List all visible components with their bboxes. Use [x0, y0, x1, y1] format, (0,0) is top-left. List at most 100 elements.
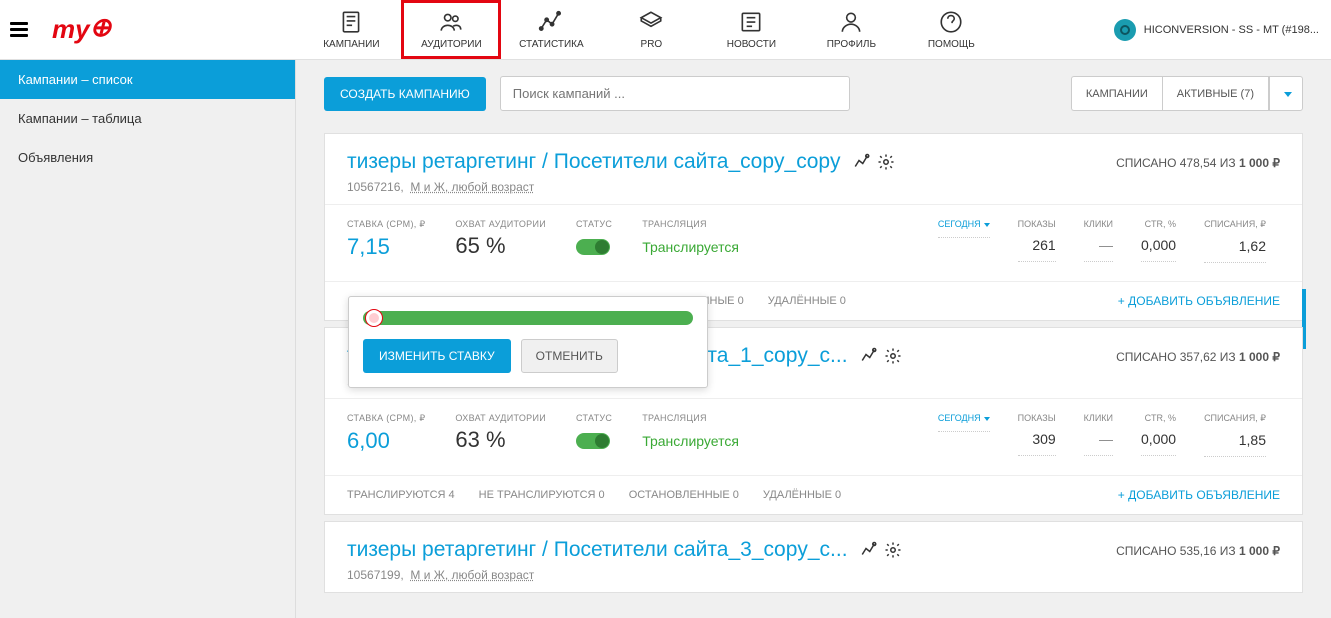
change-bid-button[interactable]: ИЗМЕНИТЬ СТАВКУ: [363, 339, 511, 373]
user-section[interactable]: HICONVERSION - SS - MT (#198...: [1114, 19, 1319, 41]
ctr-value: 0,000: [1141, 431, 1176, 447]
broadcast-value: Транслируется: [642, 433, 739, 449]
chart-icon[interactable]: [860, 347, 878, 365]
create-campaign-button[interactable]: СОЗДАТЬ КАМПАНИЮ: [324, 77, 486, 111]
status-label: СТАТУС: [576, 219, 612, 229]
audiences-icon: [438, 9, 464, 35]
filter-caret[interactable]: [1269, 76, 1303, 111]
impressions-value: 261: [1018, 237, 1056, 253]
campaign-title[interactable]: тизеры ретаргетинг / Посетители сайта_co…: [347, 150, 841, 174]
nav-label: КАМПАНИИ: [323, 39, 379, 50]
status-toggle[interactable]: [576, 433, 610, 449]
bid-label: СТАВКА (CPM), ₽: [347, 413, 425, 424]
pro-icon: [638, 9, 664, 35]
nav-label: СТАТИСТИКА: [519, 39, 584, 50]
campaign-meta: 10567216, М и Ж, любой возраст: [347, 180, 1096, 194]
impressions-label: ПОКАЗЫ: [1018, 413, 1056, 423]
nav-help[interactable]: ПОМОЩЬ: [901, 0, 1001, 59]
avatar: [1114, 19, 1136, 41]
campaign-title[interactable]: тизеры ретаргетинг / Посетители сайта_3_…: [347, 538, 848, 562]
bid-value[interactable]: 7,15: [347, 234, 425, 260]
reach-value: 65 %: [455, 233, 546, 259]
chart-icon[interactable]: [853, 153, 871, 171]
impressions-value: 309: [1018, 431, 1056, 447]
today-label[interactable]: СЕГОДНЯ: [938, 219, 990, 229]
clicks-label: КЛИКИ: [1084, 219, 1113, 229]
status-label: СТАТУС: [576, 413, 612, 423]
nav-label: ПРОФИЛЬ: [827, 39, 876, 50]
toolbar: СОЗДАТЬ КАМПАНИЮ КАМПАНИИ АКТИВНЫЕ (7): [296, 60, 1331, 127]
top-nav: КАМПАНИИ АУДИТОРИИ СТАТИСТИКА PRO НОВОСТ…: [301, 0, 1001, 59]
sidebar-item-ads[interactable]: Объявления: [0, 138, 295, 177]
news-icon: [738, 9, 764, 35]
search-input[interactable]: [500, 76, 850, 111]
gear-icon[interactable]: [884, 347, 902, 365]
menu-icon[interactable]: [10, 19, 40, 40]
nav-statistics[interactable]: СТАТИСТИКА: [501, 0, 601, 59]
campaign-spent: СПИСАНО 478,54 ИЗ 1 000 ₽: [1116, 150, 1280, 170]
username: HICONVERSION - SS - MT (#198...: [1144, 24, 1319, 36]
statistics-icon: [538, 9, 564, 35]
campaigns-icon: [338, 9, 364, 35]
impressions-label: ПОКАЗЫ: [1018, 219, 1056, 229]
profile-icon: [838, 9, 864, 35]
footer-broadcasting: ТРАНСЛИРУЮТСЯ 4: [347, 489, 455, 501]
bid-popover: ИЗМЕНИТЬ СТАВКУ ОТМЕНИТЬ: [348, 296, 708, 388]
nav-label: PRO: [641, 39, 663, 50]
status-toggle[interactable]: [576, 239, 610, 255]
filter-active[interactable]: АКТИВНЫЕ (7): [1162, 76, 1269, 111]
writeoffs-label: СПИСАНИЯ, ₽: [1204, 413, 1266, 424]
clicks-value: —: [1084, 237, 1113, 253]
reach-value: 63 %: [455, 427, 546, 453]
reach-label: ОХВАТ АУДИТОРИИ: [455, 219, 546, 229]
footer-deleted: УДАЛЁННЫЕ 0: [763, 489, 841, 501]
nav-label: НОВОСТИ: [727, 39, 776, 50]
gear-icon[interactable]: [877, 153, 895, 171]
ctr-value: 0,000: [1141, 237, 1176, 253]
campaign-card: тизеры ретаргетинг / Посетители сайта_co…: [324, 133, 1303, 321]
toolbar-filters: КАМПАНИИ АКТИВНЫЕ (7): [1071, 76, 1303, 111]
logo[interactable]: my⊕: [52, 14, 111, 45]
campaign-card: тизеры ретаргетинг / Посетители сайта_3_…: [324, 521, 1303, 593]
campaign-spent: СПИСАНО 357,62 ИЗ 1 000 ₽: [1116, 344, 1280, 364]
footer-deleted: УДАЛЁННЫЕ 0: [768, 295, 846, 307]
bid-label: СТАВКА (CPM), ₽: [347, 219, 425, 230]
help-icon: [938, 9, 964, 35]
sidebar-item-campaigns-table[interactable]: Кампании – таблица: [0, 99, 295, 138]
nav-profile[interactable]: ПРОФИЛЬ: [801, 0, 901, 59]
bid-value[interactable]: 6,00: [347, 428, 425, 454]
add-ad-link[interactable]: ДОБАВИТЬ ОБЪЯВЛЕНИЕ: [1118, 488, 1280, 502]
footer-not-broadcasting: НЕ ТРАНСЛИРУЮТСЯ 0: [479, 489, 605, 501]
nav-label: АУДИТОРИИ: [421, 39, 482, 50]
nav-news[interactable]: НОВОСТИ: [701, 0, 801, 59]
sidebar: Кампании – список Кампании – таблица Объ…: [0, 60, 296, 618]
slider-knob[interactable]: [365, 309, 383, 327]
nav-label: ПОМОЩЬ: [928, 39, 975, 50]
sidebar-item-campaigns-list[interactable]: Кампании – список: [0, 60, 295, 99]
today-label[interactable]: СЕГОДНЯ: [938, 413, 990, 423]
ctr-label: CTR, %: [1141, 219, 1176, 229]
ctr-label: CTR, %: [1141, 413, 1176, 423]
cancel-button[interactable]: ОТМЕНИТЬ: [521, 339, 618, 373]
writeoffs-value: 1,85: [1204, 432, 1266, 448]
broadcast-value: Транслируется: [642, 239, 739, 255]
clicks-label: КЛИКИ: [1084, 413, 1113, 423]
header: my⊕ КАМПАНИИ АУДИТОРИИ СТАТИСТИКА PRO НО…: [0, 0, 1331, 60]
writeoffs-label: СПИСАНИЯ, ₽: [1204, 219, 1266, 230]
nav-pro[interactable]: PRO: [601, 0, 701, 59]
campaign-meta: 10567199, М и Ж, любой возраст: [347, 568, 1096, 582]
nav-audiences[interactable]: АУДИТОРИИ: [401, 0, 501, 59]
bid-slider[interactable]: [363, 311, 693, 325]
broadcast-label: ТРАНСЛЯЦИЯ: [642, 413, 739, 423]
broadcast-label: ТРАНСЛЯЦИЯ: [642, 219, 739, 229]
campaign-spent: СПИСАНО 535,16 ИЗ 1 000 ₽: [1116, 538, 1280, 558]
reach-label: ОХВАТ АУДИТОРИИ: [455, 413, 546, 423]
nav-campaigns[interactable]: КАМПАНИИ: [301, 0, 401, 59]
footer-stopped: ОСТАНОВЛЕННЫЕ 0: [629, 489, 739, 501]
add-ad-link[interactable]: ДОБАВИТЬ ОБЪЯВЛЕНИЕ: [1118, 294, 1280, 308]
writeoffs-value: 1,62: [1204, 238, 1266, 254]
chart-icon[interactable]: [860, 541, 878, 559]
gear-icon[interactable]: [884, 541, 902, 559]
filter-campaigns[interactable]: КАМПАНИИ: [1071, 76, 1162, 111]
clicks-value: —: [1084, 431, 1113, 447]
